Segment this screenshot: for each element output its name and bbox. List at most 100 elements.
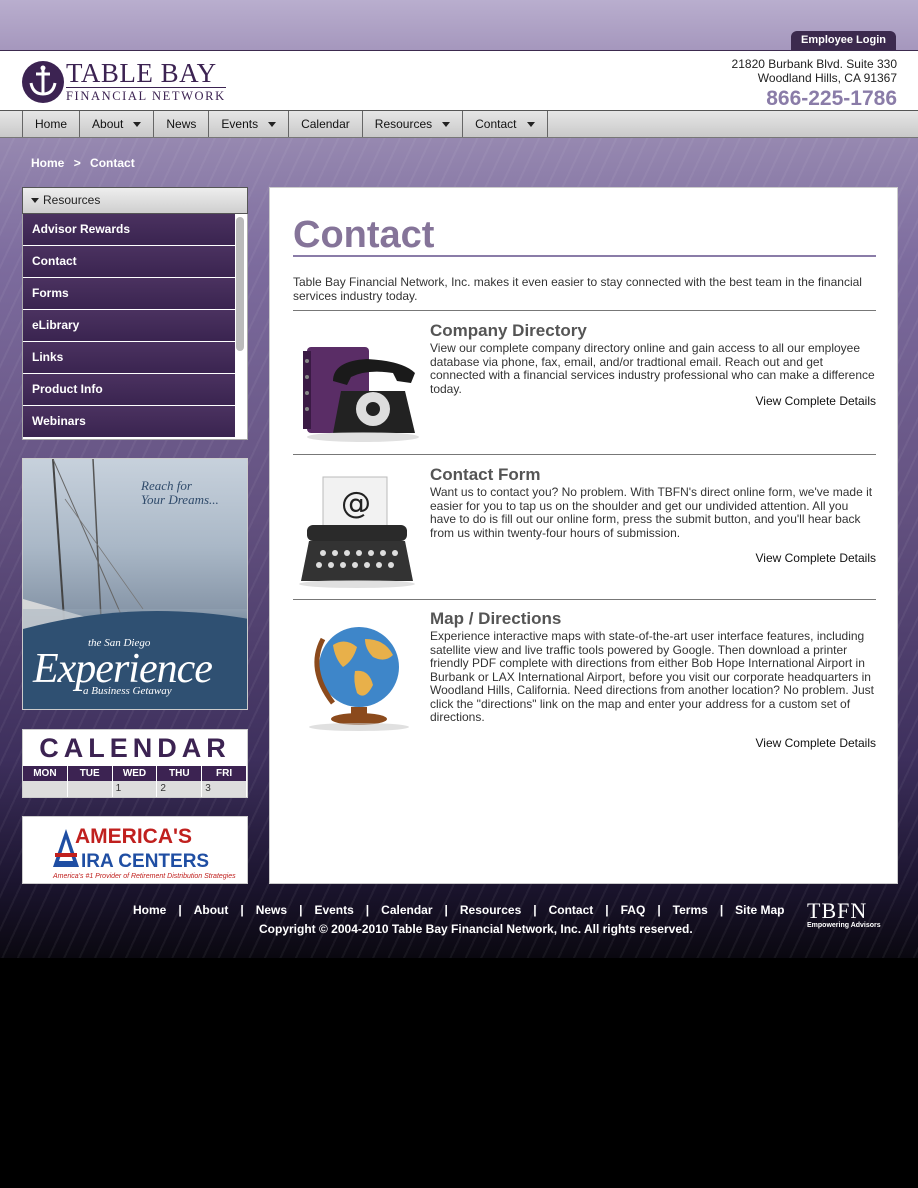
view-details-link[interactable]: View Complete Details — [756, 736, 877, 750]
view-details-link[interactable]: View Complete Details — [756, 551, 877, 565]
intro-text: Table Bay Financial Network, Inc. makes … — [293, 275, 862, 303]
footer-link-news[interactable]: News — [256, 903, 287, 917]
calendar-date — [67, 781, 113, 797]
footer-links: Home | About | News | Events | Calendar | Resource… — [133, 903, 785, 917]
nav-item-label: Calendar — [301, 117, 350, 131]
nav-item-about[interactable]: About — [80, 111, 155, 137]
section-title: Company Directory — [430, 321, 587, 340]
footer-separator: | — [444, 903, 448, 917]
breadcrumb: Home > Contact — [31, 156, 141, 170]
footer-link-events[interactable]: Events — [314, 903, 353, 917]
nav-item-calendar[interactable]: Calendar — [289, 111, 363, 137]
nav-item-label: News — [166, 117, 197, 131]
resources-header-label: Resources — [43, 193, 101, 207]
breadcrumb-separator: > — [73, 156, 81, 170]
footer-link-resources[interactable]: Resources — [460, 903, 521, 917]
page-title: Contact — [293, 214, 435, 256]
footer-separator: | — [533, 903, 537, 917]
calendar-day: WED — [113, 766, 158, 781]
chevron-down-icon — [268, 121, 277, 127]
footer-link-about[interactable]: About — [194, 903, 229, 917]
calendar-days: MON TUE WED THU FRI — [23, 766, 247, 781]
calendar-banner[interactable]: CALENDAR MON TUE WED THU FRI 123 — [22, 729, 248, 798]
nav-item-home[interactable]: Home — [23, 111, 81, 137]
section-divider — [293, 454, 876, 455]
footer-logo-tagline: Empowering Advisors — [807, 922, 881, 929]
phone-number: 866-225-1786 — [766, 87, 897, 110]
section-title: Map / Directions — [430, 609, 562, 628]
calendar-date: 2 — [157, 781, 203, 797]
sidebar-item-webinars[interactable]: Webinars — [23, 406, 235, 437]
telephone-icon — [303, 347, 419, 442]
anchor-icon — [22, 60, 64, 103]
ira-centers-text: IRA CENTERS — [81, 851, 210, 872]
globe-icon — [309, 627, 409, 731]
footer-separator: | — [605, 903, 609, 917]
resources-list: Advisor Rewards Contact Forms eLibrary Links… — [22, 214, 248, 440]
footer-link-terms[interactable]: Terms — [673, 903, 708, 917]
footer-link-site-map[interactable]: Site Map — [735, 903, 784, 917]
footer-link-calendar[interactable]: Calendar — [381, 903, 432, 917]
footer-separator: | — [657, 903, 661, 917]
resources-header[interactable]: Resources — [22, 187, 248, 214]
sidebar-scrollbar[interactable] — [236, 217, 244, 351]
sidebar-item-forms[interactable]: Forms — [23, 278, 235, 309]
sidebar-item-contact[interactable]: Contact — [23, 246, 235, 277]
triangle-down-icon — [31, 198, 39, 203]
calendar-day: FRI — [202, 766, 247, 781]
sidebar-item-elibrary[interactable]: eLibrary — [23, 310, 235, 341]
copyright-text: Copyright © 2004-2010 Table Bay Financia… — [259, 922, 693, 936]
site-header: TABLE BAY FINANCIAL NETWORK 21820 Burban… — [0, 50, 918, 110]
footer-separator: | — [365, 903, 370, 917]
section-description: Want us to contact you? No problem. With… — [430, 485, 873, 540]
nav-item-contact[interactable]: Contact — [463, 111, 548, 137]
breadcrumb-current: Contact — [90, 156, 135, 170]
view-details-link[interactable]: View Complete Details — [756, 394, 877, 408]
sidebar-item-advisor-rewards[interactable]: Advisor Rewards — [23, 214, 235, 245]
title-divider — [293, 255, 876, 257]
address-line1: 21820 Burbank Blvd. Suite 330 — [731, 57, 897, 71]
section-description: View our complete company directory onli… — [430, 341, 875, 396]
footer-link-contact[interactable]: Contact — [549, 903, 594, 917]
sidebar-item-product-info[interactable]: Product Info — [23, 374, 235, 405]
section-divider — [293, 310, 876, 311]
site-logo[interactable]: TABLE BAY FINANCIAL NETWORK — [22, 60, 226, 103]
americas-text: AMERICA'S — [75, 825, 192, 848]
nav-item-events[interactable]: Events — [209, 111, 290, 137]
breadcrumb-home[interactable]: Home — [31, 156, 64, 170]
footer-separator: | — [719, 903, 724, 917]
footer-separator: | — [240, 903, 244, 917]
nav-item-label: Contact — [475, 117, 517, 131]
nav-item-resources[interactable]: Resources — [363, 111, 464, 137]
top-band — [0, 0, 918, 50]
calendar-title: CALENDAR — [39, 733, 231, 763]
section-description: Experience interactive maps with state-o… — [430, 629, 874, 724]
sidebar-item-links[interactable]: Links — [23, 342, 235, 373]
business-getaway-text: a Business Getaway — [83, 685, 172, 697]
footer-logo-text: TBFN — [807, 898, 868, 923]
section-divider — [293, 599, 876, 600]
footer-separator: | — [178, 903, 182, 917]
chevron-down-icon — [526, 121, 535, 127]
footer-separator: | — [299, 903, 303, 917]
chevron-down-icon — [442, 121, 451, 127]
americas-ira-centers-banner[interactable]: AMERICA'S IRA CENTERS America's #1 Provi… — [22, 816, 248, 884]
reach-for-dreams-text: Reach for Your Dreams... — [141, 478, 219, 507]
calendar-date: 3 — [202, 781, 247, 797]
chevron-down-icon — [133, 121, 142, 127]
nav-item-news[interactable]: News — [154, 111, 210, 137]
section-title: Contact Form — [430, 465, 541, 484]
ira-tagline: America's #1 Provider of Retirement Dist… — [53, 873, 236, 880]
nav-item-label: Resources — [374, 117, 433, 131]
san-diego-experience-banner[interactable]: Reach for Your Dreams... the San Diego E… — [22, 458, 248, 710]
svg-text:@: @ — [341, 486, 371, 521]
employee-login-button[interactable]: Employee Login — [791, 31, 896, 50]
footer-link-faq[interactable]: FAQ — [621, 903, 646, 917]
typewriter-icon: @ — [299, 476, 415, 588]
footer-logo[interactable]: TBFN Empowering Advisors — [807, 898, 881, 930]
sidebar: Resources Advisor Rewards Contact Forms eLi… — [22, 187, 248, 440]
calendar-day: THU — [157, 766, 203, 781]
footer-link-home[interactable]: Home — [133, 903, 166, 917]
main-nav: Home About News Events Calendar Resources Cont… — [0, 110, 918, 138]
logo-title: TABLE BAY — [66, 58, 217, 88]
